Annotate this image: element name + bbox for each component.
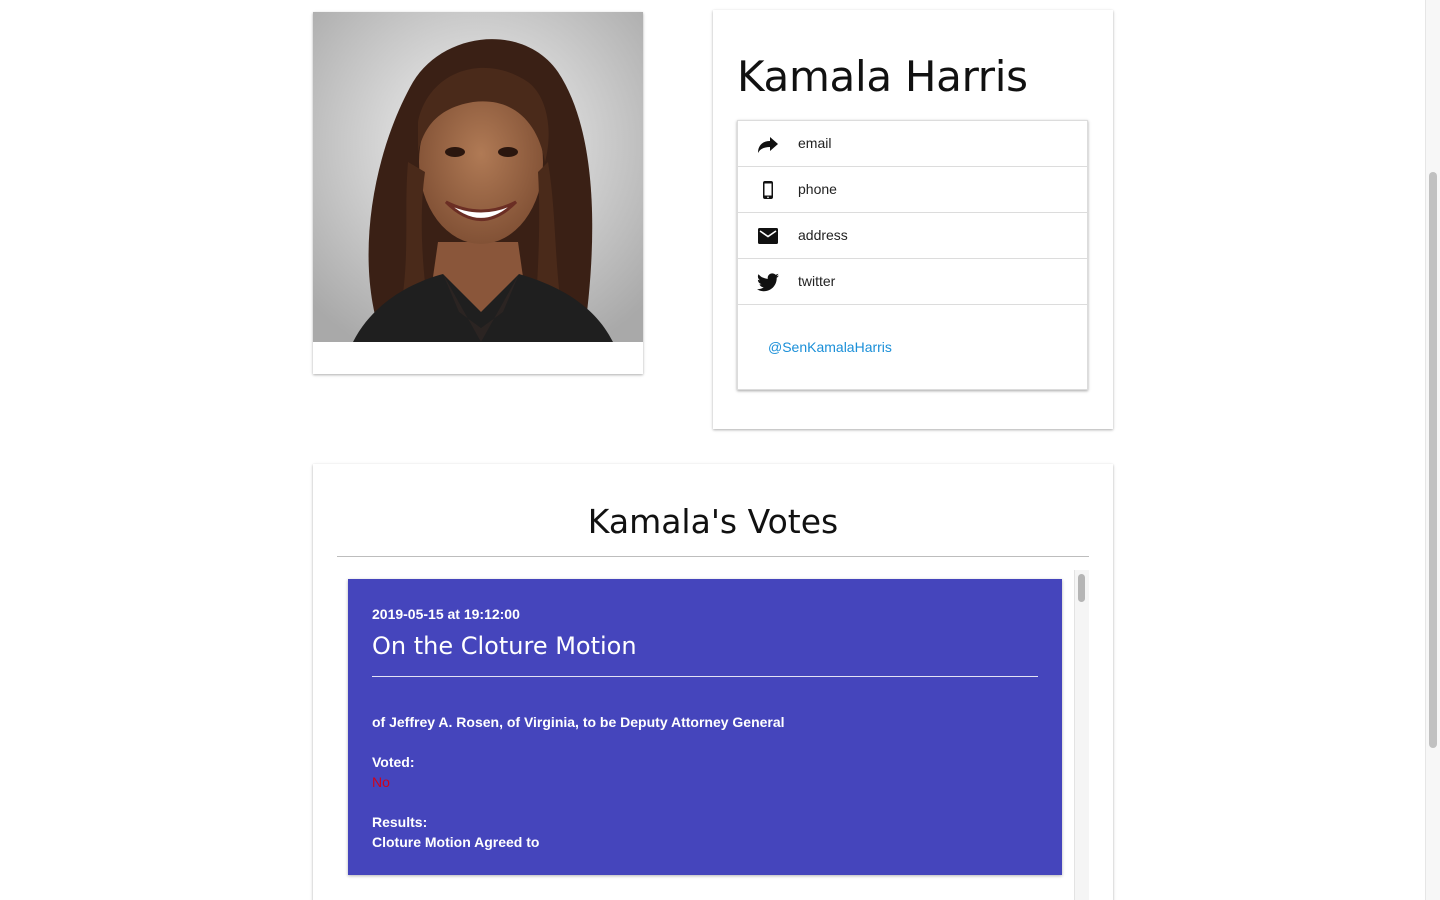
- mail-envelope-icon: [758, 228, 778, 244]
- vote-datetime: 2019-05-15 at 19:12:00: [372, 606, 520, 622]
- twitter-bird-icon: [757, 273, 779, 292]
- phone-icon: [763, 181, 773, 199]
- votes-divider: [337, 556, 1089, 557]
- vote-divider: [372, 676, 1038, 677]
- vote-card: 2019-05-15 at 19:12:00 On the Cloture Mo…: [348, 579, 1062, 875]
- results-label: Results:: [372, 814, 428, 830]
- senator-name: Kamala Harris: [737, 52, 1028, 101]
- senator-portrait-image: [313, 12, 643, 342]
- page: Kamala Harris email phone address twitte…: [0, 0, 1440, 900]
- window-scrollbar-thumb[interactable]: [1429, 172, 1437, 748]
- share-arrow-icon: [758, 137, 778, 153]
- twitter-handle-link[interactable]: @SenKamalaHarris: [768, 339, 892, 355]
- votes-title: Kamala's Votes: [587, 502, 839, 541]
- senator-photo-card: [313, 12, 643, 374]
- contact-label-twitter: twitter: [798, 273, 836, 289]
- voted-value: No: [372, 774, 390, 790]
- votes-scrollbar-thumb[interactable]: [1078, 574, 1085, 602]
- contact-item-address[interactable]: address: [738, 213, 1087, 259]
- senator-info-card: Kamala Harris email phone address twitte…: [713, 10, 1113, 429]
- window-scrollbar[interactable]: [1425, 0, 1440, 900]
- contact-list: email phone address twitter @SenKamalaHa…: [737, 120, 1088, 390]
- contact-item-phone[interactable]: phone: [738, 167, 1087, 213]
- vote-question: On the Cloture Motion: [372, 632, 637, 660]
- votes-section: Kamala's Votes 2019-05-15 at 19:12:00 On…: [313, 464, 1113, 900]
- votes-scroll-container[interactable]: 2019-05-15 at 19:12:00 On the Cloture Mo…: [337, 570, 1089, 900]
- contact-item-twitter[interactable]: twitter: [738, 259, 1087, 305]
- votes-scrollbar[interactable]: [1074, 570, 1089, 900]
- contact-label-email: email: [798, 135, 832, 151]
- contact-label-address: address: [798, 227, 848, 243]
- vote-description: of Jeffrey A. Rosen, of Virginia, to be …: [372, 714, 785, 730]
- voted-label: Voted:: [372, 754, 415, 770]
- contact-label-phone: phone: [798, 181, 837, 197]
- contact-item-email[interactable]: email: [738, 121, 1087, 167]
- results-value: Cloture Motion Agreed to: [372, 834, 540, 850]
